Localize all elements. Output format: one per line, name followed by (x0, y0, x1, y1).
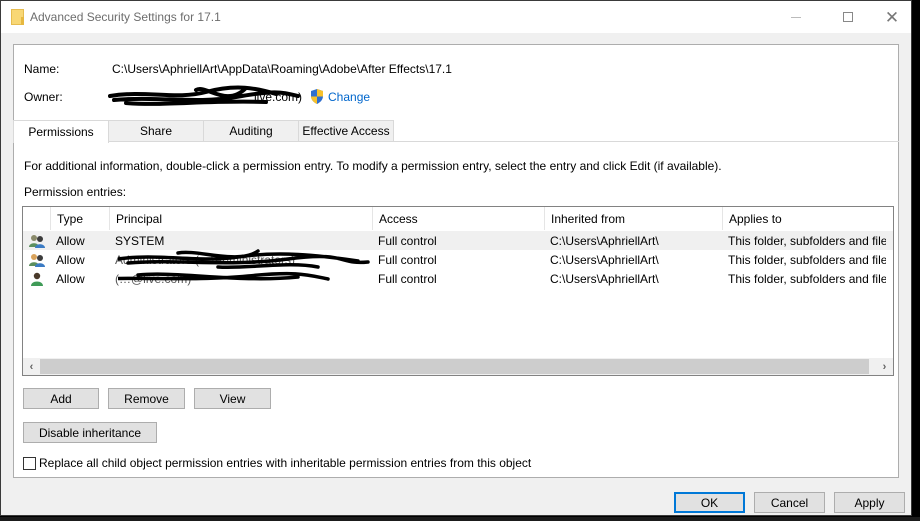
tab-share[interactable]: Share (108, 120, 204, 141)
permission-entries-label: Permission entries: (24, 185, 127, 199)
tab-effective-access[interactable]: Effective Access (298, 120, 394, 141)
entry-type: Allow (56, 252, 85, 267)
replace-child-permissions-option[interactable]: Replace all child object permission entr… (23, 456, 531, 470)
maximize-icon (843, 12, 853, 22)
list-header: Type Principal Access Inherited from App… (23, 207, 893, 230)
close-button[interactable]: ✕ (869, 1, 915, 33)
remove-button[interactable]: Remove (108, 388, 185, 409)
entry-access: Full control (378, 271, 437, 286)
entry-access: Full control (378, 233, 437, 248)
entry-inherited-from: C:\Users\AphriellArt\ (550, 271, 659, 286)
folder-icon (11, 9, 24, 25)
window-title: Advanced Security Settings for 17.1 (30, 10, 221, 24)
replace-child-permissions-label: Replace all child object permission entr… (39, 456, 532, 470)
column-header-principal[interactable]: Principal (110, 207, 373, 230)
tab-bar: Permissions Share Auditing Effective Acc… (13, 120, 394, 143)
column-header-icon (23, 207, 51, 230)
background-window-edge (913, 0, 920, 521)
name-value: C:\Users\AphriellArt\AppData\Roaming\Ado… (112, 62, 452, 76)
chevron-right-icon: › (882, 360, 887, 373)
ok-button[interactable]: OK (674, 492, 745, 513)
entry-access: Full control (378, 252, 437, 267)
uac-shield-icon (311, 89, 323, 104)
minimize-icon (791, 16, 801, 18)
entry-applies-to: This folder, subfolders and files (728, 271, 886, 286)
scroll-left-button[interactable]: ‹ (23, 358, 40, 375)
column-header-type[interactable]: Type (51, 207, 110, 230)
chevron-left-icon: ‹ (29, 360, 34, 373)
maximize-button[interactable] (825, 1, 871, 33)
group-users-icon (23, 234, 50, 248)
background-taskbar-edge (0, 517, 920, 521)
entry-applies-to: This folder, subfolders and files (728, 233, 886, 248)
advanced-security-settings-window: Advanced Security Settings for 17.1 ✕ Na… (0, 0, 912, 516)
principal-redaction-scribble (118, 249, 370, 281)
apply-button[interactable]: Apply (834, 492, 905, 513)
column-header-inherited-from[interactable]: Inherited from (545, 207, 723, 230)
entry-inherited-from: C:\Users\AphriellArt\ (550, 233, 659, 248)
permission-entries-list[interactable]: Type Principal Access Inherited from App… (22, 206, 894, 376)
owner-redaction-scribble (108, 85, 300, 106)
title-bar[interactable]: Advanced Security Settings for 17.1 ✕ (1, 1, 911, 33)
cancel-button[interactable]: Cancel (754, 492, 825, 513)
entry-principal: SYSTEM (115, 233, 165, 248)
group-users-icon (23, 253, 50, 267)
permission-entry-row[interactable]: Allow SYSTEM Full control C:\Users\Aphri… (23, 231, 893, 250)
tab-auditing[interactable]: Auditing (203, 120, 299, 141)
entry-applies-to: This folder, subfolders and files (728, 252, 886, 267)
column-header-applies-to[interactable]: Applies to (723, 207, 893, 230)
owner-label: Owner: (24, 90, 63, 104)
change-link-label: Change (328, 89, 371, 104)
info-text: For additional information, double-click… (24, 159, 722, 173)
disable-inheritance-button[interactable]: Disable inheritance (23, 422, 157, 443)
close-icon: ✕ (884, 7, 900, 27)
horizontal-scrollbar[interactable]: ‹ › (23, 358, 893, 375)
add-button[interactable]: Add (23, 388, 99, 409)
entry-type: Allow (56, 271, 85, 286)
single-user-icon (23, 272, 50, 286)
scroll-right-button[interactable]: › (876, 358, 893, 375)
replace-child-permissions-checkbox[interactable] (23, 456, 36, 470)
view-button[interactable]: View (194, 388, 271, 409)
entry-inherited-from: C:\Users\AphriellArt\ (550, 252, 659, 267)
tab-permissions[interactable]: Permissions (13, 120, 109, 143)
entry-type: Allow (56, 233, 85, 248)
column-header-access[interactable]: Access (373, 207, 545, 230)
change-owner-link[interactable]: Change (310, 89, 370, 104)
name-label: Name: (24, 62, 60, 76)
minimize-button[interactable] (773, 1, 819, 33)
scrollbar-thumb[interactable] (40, 359, 869, 374)
